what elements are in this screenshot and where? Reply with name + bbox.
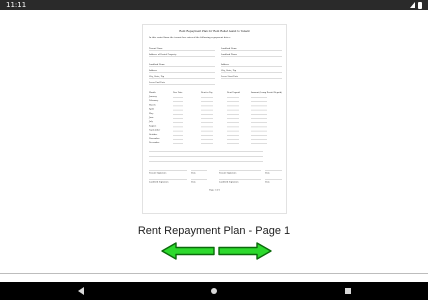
home-button[interactable] bbox=[209, 282, 219, 300]
right-arrow-icon bbox=[218, 242, 272, 260]
status-bar: 11:11 bbox=[0, 0, 428, 10]
next-page-button[interactable] bbox=[217, 242, 273, 260]
battery-icon bbox=[418, 1, 422, 9]
signature-label: Tenant Signature bbox=[149, 171, 167, 174]
recents-button[interactable] bbox=[343, 282, 353, 300]
form-field-label: Landlord Name bbox=[221, 48, 238, 50]
month-label: July bbox=[148, 121, 154, 123]
signature-label: Date bbox=[265, 180, 271, 183]
month-label: August bbox=[148, 124, 156, 127]
month-label: January bbox=[148, 96, 158, 98]
form-field-label: City, State, Zip bbox=[221, 69, 237, 72]
recents-icon bbox=[345, 288, 351, 294]
month-label: February bbox=[149, 100, 159, 102]
form-field-label: Address of Rental Property bbox=[148, 53, 177, 56]
signal-icon bbox=[410, 2, 415, 8]
form-field-label: Lease Start Date bbox=[221, 75, 239, 78]
left-arrow-icon bbox=[161, 242, 215, 260]
table-header: Amount (Lump Rental Repaid) bbox=[250, 91, 282, 94]
main-content: Rent Repayment Plan for Rent Relief Assi… bbox=[0, 10, 428, 282]
previous-page-button[interactable] bbox=[160, 242, 216, 260]
form-field-label: Address bbox=[220, 64, 229, 66]
month-label: April bbox=[148, 109, 154, 111]
signature-label: Landlord Signature bbox=[149, 180, 170, 183]
table-header: Month bbox=[149, 91, 156, 94]
form-field-label: Landlord Phone bbox=[221, 54, 238, 56]
status-time: 11:11 bbox=[6, 1, 27, 9]
signature-label: Landlord Signature bbox=[219, 180, 240, 183]
signature-label: Tenant Signature bbox=[219, 171, 237, 174]
form-field-label: Landlord Name bbox=[149, 64, 166, 66]
month-label: December bbox=[149, 142, 159, 144]
month-label: November bbox=[149, 138, 160, 140]
table-header: Rent to Pay bbox=[201, 91, 214, 94]
home-icon bbox=[211, 288, 217, 294]
signature-label: Date bbox=[191, 171, 197, 174]
back-icon bbox=[78, 287, 84, 295]
month-label: September bbox=[149, 129, 160, 132]
page-label: Rent Repayment Plan - Page 1 bbox=[137, 225, 291, 237]
form-field-label: Address bbox=[148, 70, 157, 72]
system-navigation-bar bbox=[0, 282, 428, 300]
back-button[interactable] bbox=[74, 282, 88, 300]
form-field-label: Lease End Date bbox=[149, 81, 166, 84]
month-label: March bbox=[149, 104, 156, 106]
table-header: Rent Unpaid bbox=[227, 91, 241, 94]
table-header: Due Date bbox=[173, 91, 183, 94]
document-form-lines: Tenant Name Landlord Name Address of Renta… bbox=[148, 47, 282, 191]
form-field-label: City, State, Zip bbox=[149, 75, 165, 78]
month-label: October bbox=[149, 133, 157, 136]
signature-label: Date bbox=[191, 180, 197, 183]
month-label: June bbox=[148, 117, 154, 119]
form-field-label: Tenant Name bbox=[149, 47, 163, 50]
status-icons bbox=[410, 1, 422, 9]
separator bbox=[0, 273, 428, 274]
document-page-image: Rent Repayment Plan for Rent Relief Assi… bbox=[142, 24, 287, 214]
page-footer: Page 1 of 1 bbox=[209, 189, 220, 191]
signature-label: Date bbox=[265, 171, 271, 174]
month-label: May bbox=[149, 113, 154, 115]
